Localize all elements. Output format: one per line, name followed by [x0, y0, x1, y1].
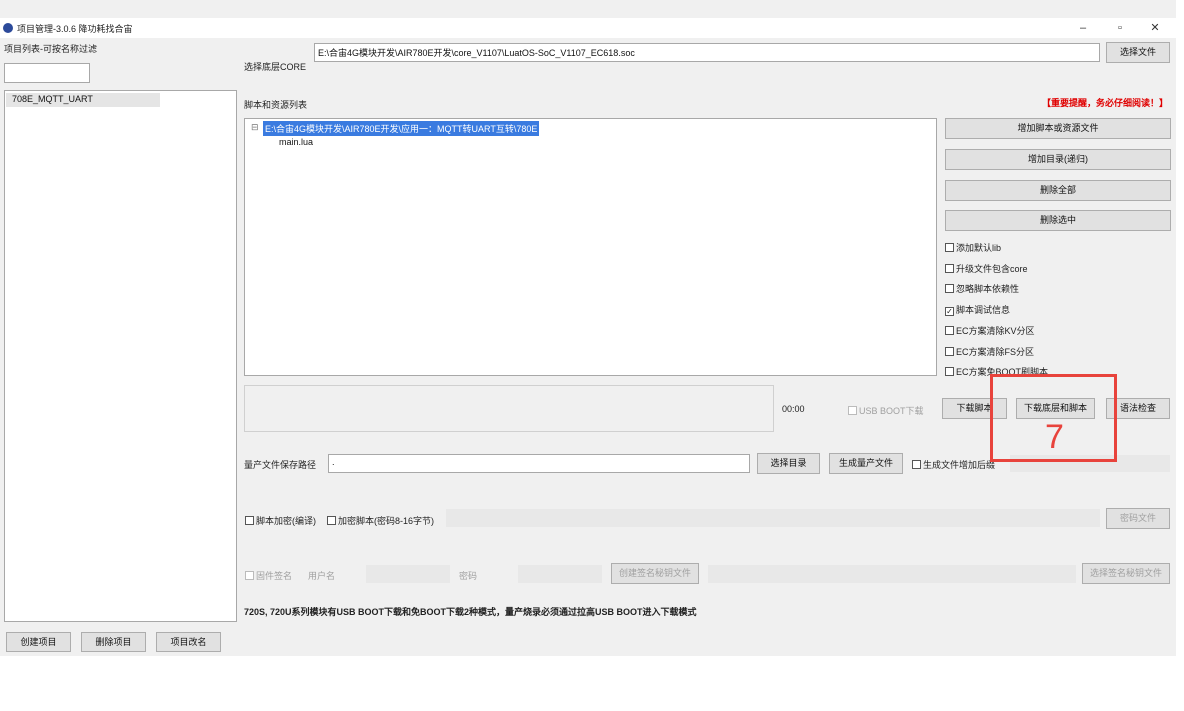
filter-label: 项目列表-可按名称过滤 [4, 44, 97, 54]
script-tree[interactable]: ⊟ E:\合宙4G模块开发\AIR780E开发\应用一：MQTT转UART互转\… [244, 118, 937, 376]
usb-boot-checkbox[interactable]: USB BOOT下载 [848, 404, 924, 417]
checkbox-icon[interactable] [245, 516, 254, 525]
annotation-step-number: 7 [1045, 418, 1064, 456]
password-input[interactable] [518, 565, 602, 583]
filter-input[interactable] [4, 63, 90, 83]
delete-all-button[interactable]: 删除全部 [945, 180, 1171, 201]
sign-key-path-input[interactable] [708, 565, 1076, 583]
checkbox-icon[interactable] [945, 264, 954, 273]
title-bar [0, 18, 1176, 38]
maximize-icon[interactable]: ▫ [1110, 20, 1130, 36]
encrypt-password-input[interactable] [446, 509, 1100, 527]
important-warning-link[interactable]: 【重要提醒，务必仔细阅读！】 [1042, 96, 1168, 109]
delete-selected-button[interactable]: 删除选中 [945, 210, 1171, 231]
elapsed-time: 00:00 [782, 404, 805, 414]
checkbox-icon[interactable] [945, 243, 954, 252]
password-label: 密码 [459, 571, 478, 581]
option-default-lib[interactable]: 添加默认lib [945, 241, 1001, 254]
create-project-button[interactable]: 创建项目 [6, 632, 71, 652]
encrypt-password-checkbox[interactable]: 加密脚本(密码8-16字节) [327, 514, 434, 527]
option-clear-kv[interactable]: EC方案清除KV分区 [945, 324, 1035, 337]
tree-file-node[interactable]: main.lua [279, 137, 313, 147]
choose-core-button[interactable]: 选择文件 [1106, 42, 1170, 63]
save-path-label: 量产文件保存路径 [244, 460, 317, 470]
usb-boot-note: 720S, 720U系列模块有USB BOOT下载和免BOOT下载2种模式，量产… [244, 607, 697, 617]
checkbox-icon[interactable] [945, 284, 954, 293]
option-debug-info[interactable]: ✓ 脚本调试信息 [945, 303, 1010, 316]
rename-project-button[interactable]: 项目改名 [156, 632, 221, 652]
tree-root-node[interactable]: E:\合宙4G模块开发\AIR780E开发\应用一：MQTT转UART互转\78… [263, 121, 540, 136]
checkbox-icon[interactable] [945, 326, 954, 335]
generate-mass-file-button[interactable]: 生成量产文件 [829, 453, 903, 474]
project-list[interactable]: 708E_MQTT_UART [4, 90, 237, 622]
close-icon[interactable]: ✕ [1145, 20, 1165, 36]
app-logo-icon [3, 23, 13, 33]
add-directory-button[interactable]: 增加目录(递归) [945, 149, 1171, 170]
script-encrypt-checkbox[interactable]: 脚本加密(编译) [245, 514, 316, 527]
checkbox-icon[interactable] [945, 347, 954, 356]
option-ignore-deps[interactable]: 忽略脚本依赖性 [945, 282, 1019, 295]
option-include-core[interactable]: 升级文件包含core [945, 262, 1028, 275]
save-path-input[interactable]: . [328, 454, 750, 473]
option-clear-fs[interactable]: EC方案清除FS分区 [945, 345, 1034, 358]
choose-directory-button[interactable]: 选择目录 [757, 453, 820, 474]
core-path-input[interactable]: E:\合宙4G模块开发\AIR780E开发\core_V1107\LuatOS-… [314, 43, 1100, 62]
scripts-label: 脚本和资源列表 [244, 100, 308, 110]
add-files-button[interactable]: 增加脚本或资源文件 [945, 118, 1171, 139]
checkbox-checked-icon[interactable]: ✓ [945, 307, 954, 316]
delete-project-button[interactable]: 删除项目 [81, 632, 146, 652]
checkbox-icon[interactable] [912, 460, 921, 469]
checkbox-icon[interactable] [848, 406, 857, 415]
username-input[interactable] [366, 565, 450, 583]
password-file-button[interactable]: 密码文件 [1106, 508, 1170, 529]
choose-sign-key-button[interactable]: 选择签名秘钥文件 [1082, 563, 1170, 584]
core-label: 选择底层CORE [244, 62, 307, 72]
tree-collapse-icon[interactable]: ⊟ [251, 122, 259, 133]
append-suffix-checkbox[interactable]: 生成文件增加后缀 [912, 458, 995, 471]
project-list-item[interactable]: 708E_MQTT_UART [6, 93, 160, 107]
checkbox-icon[interactable] [245, 571, 254, 580]
window-title: 项目管理-3.0.6 降功耗找合宙 [17, 24, 133, 34]
checkbox-icon[interactable] [327, 516, 336, 525]
minimize-icon[interactable]: – [1073, 20, 1093, 36]
create-sign-key-button[interactable]: 创建签名秘钥文件 [611, 563, 699, 584]
username-label: 用户名 [308, 571, 336, 581]
checkbox-icon[interactable] [945, 367, 954, 376]
progress-area [244, 385, 774, 432]
firmware-sign-checkbox[interactable]: 固件签名 [245, 569, 292, 582]
